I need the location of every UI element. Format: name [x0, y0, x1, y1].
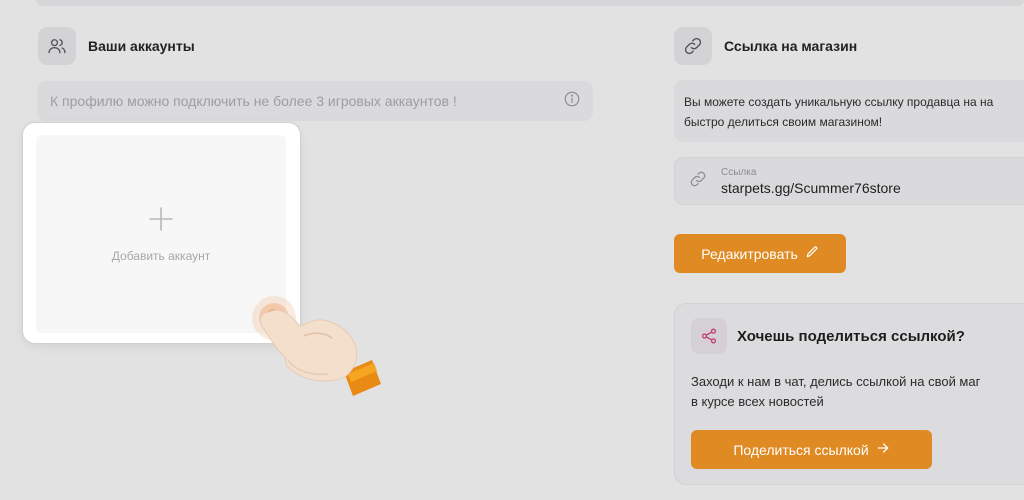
accounts-limit-notice: К профилю можно подключить не более 3 иг…	[37, 81, 593, 121]
store-link-title: Ссылка на магазин	[724, 38, 858, 54]
share-link-button[interactable]: Поделиться ссылкой	[691, 430, 932, 469]
share-card-header: Хочешь поделиться ссылкой?	[691, 318, 965, 354]
top-strip	[36, 0, 1024, 6]
store-desc-line-2: быстро делиться своим магазином!	[684, 115, 883, 129]
add-account-label: Добавить аккаунт	[111, 248, 211, 263]
store-link-description: Вы можете создать уникальную ссылку прод…	[674, 80, 1024, 142]
edit-button-label: Редакитровать	[701, 245, 798, 262]
store-link-header: Ссылка на магазин	[674, 27, 857, 65]
notice-text: К профилю можно подключить не более 3 иг…	[50, 93, 457, 109]
share-card-title: Хочешь поделиться ссылкой?	[737, 327, 965, 345]
share-card-description: Заходи к нам в чат, делись ссылкой на св…	[691, 372, 1024, 412]
store-link-field[interactable]: Ссылка starpets.gg/Scummer76store	[674, 157, 1024, 205]
link-icon	[674, 27, 712, 65]
share-icon	[691, 318, 727, 354]
store-desc-line-1: Вы можете создать уникальную ссылку прод…	[684, 95, 994, 109]
accounts-title: Ваши аккаунты	[88, 38, 195, 54]
tap-hand-icon	[248, 292, 388, 402]
share-desc-line-2: в курсе всех новостей	[691, 394, 824, 409]
pencil-icon	[805, 245, 819, 262]
edit-link-button[interactable]: Редакитровать	[674, 234, 846, 273]
info-icon[interactable]	[563, 90, 581, 113]
share-link-card: Хочешь поделиться ссылкой? Заходи к нам …	[674, 303, 1024, 485]
share-button-label: Поделиться ссылкой	[733, 441, 869, 458]
plus-icon	[148, 206, 174, 237]
arrow-right-icon	[876, 441, 890, 458]
accounts-header: Ваши аккаунты	[38, 27, 195, 65]
link-field-label: Ссылка	[721, 166, 757, 178]
users-icon	[38, 27, 76, 65]
link-icon	[689, 170, 707, 193]
link-field-value: starpets.gg/Scummer76store	[721, 179, 901, 196]
share-desc-line-1: Заходи к нам в чат, делись ссылкой на св…	[691, 374, 981, 389]
